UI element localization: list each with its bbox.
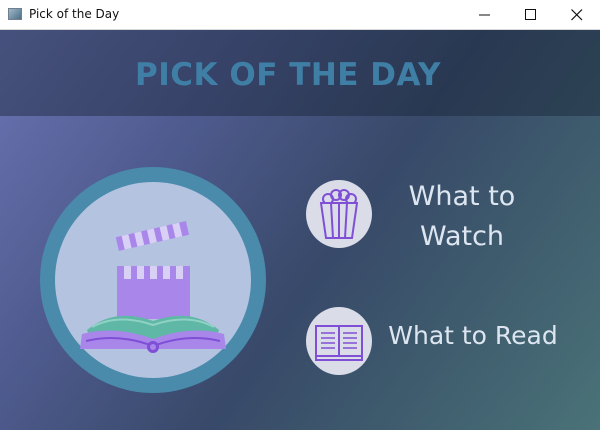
watch-label-line1: What to: [408, 181, 516, 212]
close-button[interactable]: [554, 0, 600, 30]
header-band: PICK OF THE DAY: [0, 30, 600, 116]
what-to-read-label[interactable]: What to Read: [380, 316, 566, 356]
title-bar[interactable]: Pick of the Day: [0, 0, 600, 30]
popcorn-icon: [306, 180, 372, 248]
watch-label-line2: Watch: [419, 221, 505, 252]
maximize-icon: [525, 9, 536, 20]
book-icon: [306, 307, 372, 375]
read-icon-button[interactable]: [306, 307, 372, 375]
app-window-icon: [8, 8, 22, 20]
minimize-button[interactable]: [462, 0, 508, 30]
minimize-icon: [479, 14, 490, 16]
app-window: Pick of the Day PICK OF THE DAY What to …: [0, 0, 600, 430]
page-title: PICK OF THE DAY: [135, 57, 441, 93]
main-content: PICK OF THE DAY What to Watch What to Re…: [0, 30, 600, 430]
window-title: Pick of the Day: [29, 7, 120, 21]
close-icon: [571, 9, 583, 21]
watch-icon-button[interactable]: [306, 180, 372, 248]
clapperboard-and-open-book-icon: [40, 167, 266, 393]
maximize-button[interactable]: [508, 0, 554, 30]
hero-emblem: [40, 167, 266, 393]
what-to-watch-label[interactable]: What to Watch: [392, 177, 532, 257]
